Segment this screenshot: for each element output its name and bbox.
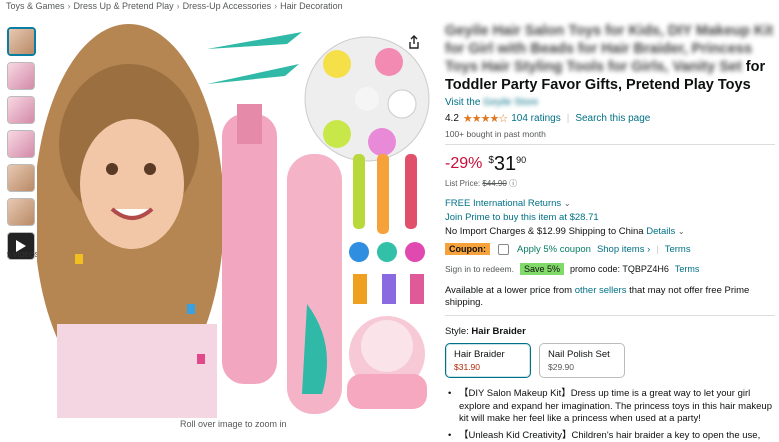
option-name: Nail Polish Set (548, 349, 616, 360)
product-photo (37, 24, 434, 418)
discount-percent: -29% (445, 153, 482, 175)
bought-count: 100+ bought in past month (445, 129, 775, 139)
chevron-down-icon[interactable]: ⌄ (678, 227, 685, 236)
breadcrumb-item[interactable]: Dress Up & Pretend Play (74, 1, 174, 11)
info-circle-icon[interactable]: ⓘ (509, 179, 517, 188)
free-returns-link[interactable]: FREE International Returns (445, 198, 561, 209)
thumbnail-1[interactable] (7, 27, 36, 56)
option-price: $29.90 (548, 362, 616, 372)
title-line-3-end: for (742, 59, 765, 75)
share-icon[interactable] (407, 35, 421, 49)
feature-bullet: 【Unleash Kid Creativity】Children's hair … (445, 430, 775, 442)
option-name: Hair Braider (454, 349, 522, 360)
prime-offer-link[interactable]: Join Prime to buy this item at $28.71 (445, 212, 775, 223)
other-sellers-link[interactable]: other sellers (575, 285, 627, 296)
style-option-nail-polish[interactable]: Nail Polish Set $29.90 (539, 343, 625, 378)
coupon-row: Coupon: Apply 5% coupon Shop items › | T… (445, 243, 775, 255)
chevron-down-icon[interactable]: ⌄ (564, 199, 571, 208)
style-label: Style: (445, 326, 469, 337)
apply-coupon-label[interactable]: Apply 5% coupon (517, 244, 591, 255)
thumbnail-strip (7, 27, 37, 266)
divider (445, 144, 775, 145)
feature-bullet: 【DIY Salon Makeup Kit】Dress up time is a… (445, 388, 775, 426)
title-line-4: Toddler Party Favor Gifts, Pretend Play … (445, 77, 751, 93)
promo-code-text: promo code: TQBPZ4H6 (570, 264, 669, 274)
divider (445, 315, 775, 316)
availability-prefix: Available at a lower price from (445, 285, 572, 296)
style-label-row: Style: Hair Braider (445, 326, 775, 337)
title-blurred-line-3: Toys Hair Styling Tools for Girls, Vanit… (445, 59, 742, 75)
main-product-image[interactable] (37, 24, 434, 418)
coupon-checkbox[interactable] (498, 244, 509, 255)
style-options: Hair Braider $31.90 Nail Polish Set $29.… (445, 343, 775, 378)
signin-to-redeem[interactable]: Sign in to redeem. (445, 264, 514, 274)
thumbnail-3[interactable] (7, 96, 35, 124)
star-rating-icon[interactable]: ★★★★☆ (463, 112, 507, 125)
ratings-count-link[interactable]: 104 ratings (511, 113, 560, 124)
style-selected: Hair Braider (471, 326, 525, 337)
price-whole: 31 (494, 153, 516, 175)
promo-terms-link[interactable]: Terms (675, 264, 700, 274)
breadcrumb-item[interactable]: Toys & Games (6, 1, 65, 11)
coupon-terms-link[interactable]: Terms (665, 244, 691, 255)
breadcrumb: Toys & Games›Dress Up & Pretend Play›Dre… (6, 1, 343, 11)
coupon-badge: Coupon: (445, 243, 490, 255)
title-blurred-line-2: for Girl with Beads for Hair Braider, Pr… (445, 41, 752, 57)
thumbnail-6[interactable] (7, 198, 35, 226)
search-page-link[interactable]: Search this page (575, 113, 650, 124)
save-badge: Save 5% (520, 263, 564, 275)
thumbnail-2[interactable] (7, 62, 35, 90)
breadcrumb-item[interactable]: Hair Decoration (280, 1, 343, 11)
product-title: Geyile Hair Salon Toys for Kids, DIY Mak… (445, 22, 775, 94)
availability-note: Available at a lower price from other se… (445, 285, 775, 309)
import-charges-text: No Import Charges & $12.99 Shipping to C… (445, 226, 644, 237)
details-link[interactable]: Details (646, 226, 675, 237)
zoom-hint: Roll over image to zoom in (180, 419, 287, 429)
store-link[interactable]: Visit the Geyile Store (445, 97, 775, 108)
option-price: $31.90 (454, 362, 522, 372)
thumbnail-4[interactable] (7, 130, 35, 158)
visit-label: Visit the (445, 97, 480, 108)
title-blurred-line-1: Geyile Hair Salon Toys for Kids, DIY Mak… (445, 23, 773, 39)
thumbnail-5[interactable] (7, 164, 35, 192)
free-returns[interactable]: FREE International Returns ⌄ (445, 198, 775, 209)
import-charges: No Import Charges & $12.99 Shipping to C… (445, 226, 775, 237)
list-price-value: $44.90 (482, 179, 506, 188)
style-option-hair-braider[interactable]: Hair Braider $31.90 (445, 343, 531, 378)
store-name: Geyile Store (483, 97, 538, 108)
product-info: Geyile Hair Salon Toys for Kids, DIY Mak… (445, 22, 775, 442)
promo-row: Sign in to redeem. Save 5% promo code: T… (445, 263, 775, 275)
list-price: List Price: $44.90 ⓘ (445, 178, 775, 189)
list-price-label: List Price: (445, 179, 480, 188)
shop-items-link[interactable]: Shop items › (597, 244, 650, 255)
rating-value: 4.2 (445, 113, 459, 124)
video-count-label: 5 VIDEOS (7, 252, 39, 259)
price-fraction: 90 (516, 155, 526, 165)
price-row: -29% $ 31 90 (445, 153, 775, 175)
rating-row: 4.2 ★★★★☆ 104 ratings | Search this page (445, 112, 775, 125)
play-icon (16, 240, 26, 252)
breadcrumb-item[interactable]: Dress-Up Accessories (183, 1, 272, 11)
